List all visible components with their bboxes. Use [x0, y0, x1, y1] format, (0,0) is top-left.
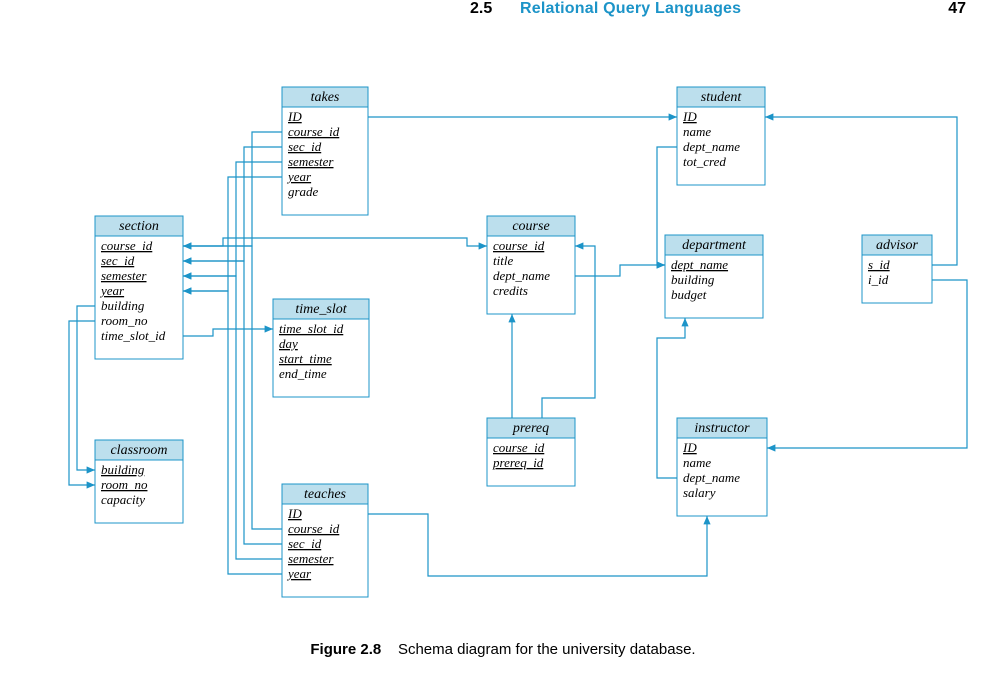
table-attr: credits: [493, 283, 528, 298]
table-attr: building: [671, 272, 715, 287]
table-attr: semester: [288, 154, 334, 169]
table-attr: tot_cred: [683, 154, 726, 169]
table-attr: sec_id: [101, 253, 135, 268]
table-attr: semester: [288, 551, 334, 566]
table-title: advisor: [876, 238, 919, 253]
table-attr: ID: [682, 109, 697, 124]
boxes: takesIDcourse_idsec_idsemesteryeargrades…: [95, 87, 932, 597]
table-teaches: teachesIDcourse_idsec_idsemesteryear: [282, 484, 368, 597]
table-attr: s_id: [868, 257, 890, 272]
table-attr: title: [493, 253, 513, 268]
table-instructor: instructor IDnamedept_namesalary: [677, 418, 767, 516]
table-attr: semester: [101, 268, 147, 283]
table-attr: sec_id: [288, 536, 322, 551]
table-department: department dept_namebuildingbudget: [665, 235, 763, 318]
figure-caption: Figure 2.8 Schema diagram for the univer…: [0, 641, 1006, 658]
table-title: teaches: [304, 487, 347, 502]
table-attr: budget: [671, 287, 707, 302]
figure-number: Figure 2.8: [310, 641, 381, 658]
table-attr: end_time: [279, 366, 327, 381]
table-section: section course_idsec_idsemesteryearbuildi…: [95, 216, 183, 359]
table-prereq: prereq course_idprereq_id: [487, 418, 575, 486]
table-attr: course_id: [288, 124, 340, 139]
table-attr: dept_name: [683, 139, 740, 154]
table-attr: year: [286, 566, 312, 581]
table-takes: takes IDcourse_idsec_idsemesteryeargrade: [282, 87, 368, 215]
table-attr: grade: [288, 184, 319, 199]
schema-diagram: takesIDcourse_idsec_idsemesteryeargrades…: [0, 0, 1006, 678]
table-attr: dept_name: [671, 257, 728, 272]
table-attr: i_id: [868, 272, 889, 287]
table-attr: ID: [287, 109, 302, 124]
table-attr: course_id: [493, 440, 545, 455]
table-title: prereq: [512, 421, 549, 436]
table-attr: room_no: [101, 313, 148, 328]
table-attr: course_id: [288, 521, 340, 536]
table-advisor: advisor s_idi_id: [862, 235, 932, 303]
table-attr: building: [101, 298, 145, 313]
table-attr: name: [683, 124, 711, 139]
table-attr: sec_id: [288, 139, 322, 154]
table-time_slot: time_slot time_slot_iddaystart_timeend_ti…: [273, 299, 369, 397]
table-attr: course_id: [101, 238, 153, 253]
table-title: instructor: [694, 421, 750, 436]
table-attr: year: [286, 169, 312, 184]
table-attr: salary: [683, 485, 716, 500]
table-attr: capacity: [101, 492, 145, 507]
table-attr: room_no: [101, 477, 148, 492]
table-classroom: classroom buildingroom_nocapacity: [95, 440, 183, 523]
table-title: classroom: [110, 443, 167, 458]
table-title: course: [512, 219, 549, 234]
table-attr: day: [279, 336, 298, 351]
table-attr: dept_name: [683, 470, 740, 485]
table-attr: dept_name: [493, 268, 550, 283]
figure-caption-text: Schema diagram for the university databa…: [398, 641, 696, 658]
table-attr: prereq_id: [492, 455, 544, 470]
table-attr: ID: [682, 440, 697, 455]
table-attr: time_slot_id: [101, 328, 166, 343]
table-title: department: [682, 238, 747, 253]
table-title: student: [701, 90, 743, 105]
table-student: student IDnamedept_nametot_cred: [677, 87, 765, 185]
table-title: takes: [311, 90, 340, 105]
table-attr: course_id: [493, 238, 545, 253]
table-attr: ID: [287, 506, 302, 521]
table-attr: year: [99, 283, 125, 298]
table-attr: time_slot_id: [279, 321, 344, 336]
table-course: course course_idtitledept_namecredits: [487, 216, 575, 314]
table-attr: building: [101, 462, 145, 477]
table-title: time_slot: [295, 302, 347, 317]
connectors: [69, 117, 967, 576]
table-title: section: [119, 219, 159, 234]
table-attr: start_time: [279, 351, 332, 366]
table-attr: name: [683, 455, 711, 470]
